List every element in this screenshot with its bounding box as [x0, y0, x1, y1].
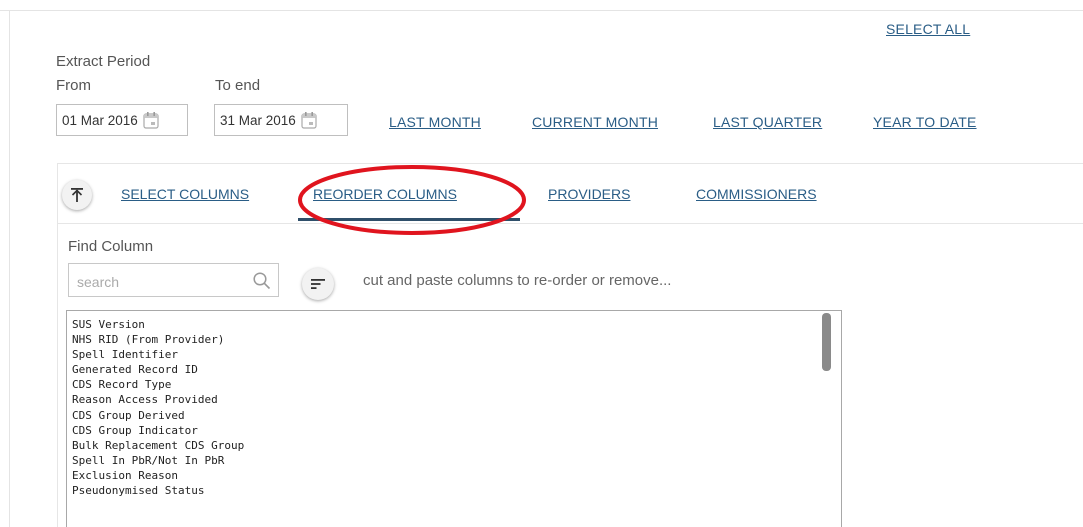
- collapse-up-icon: [71, 188, 83, 202]
- list-item[interactable]: Spell In PbR/Not In PbR: [72, 453, 841, 468]
- list-item[interactable]: Generated Record ID: [72, 362, 841, 377]
- list-item[interactable]: Reason Access Provided: [72, 392, 841, 407]
- list-scrollbar[interactable]: [822, 313, 831, 371]
- search-icon[interactable]: [252, 271, 272, 291]
- to-date-field[interactable]: 31 Mar 2016: [214, 104, 348, 136]
- collapse-button[interactable]: [62, 180, 92, 210]
- from-date-value: 01 Mar 2016: [62, 112, 138, 128]
- to-date-value: 31 Mar 2016: [220, 112, 296, 128]
- list-item[interactable]: Spell Identifier: [72, 347, 841, 362]
- last-quarter-link[interactable]: LAST QUARTER: [713, 114, 822, 130]
- tab-bar-divider: [57, 223, 1083, 224]
- list-item[interactable]: CDS Group Indicator: [72, 423, 841, 438]
- extract-period-title: Extract Period: [56, 53, 151, 70]
- from-label: From: [56, 77, 91, 94]
- column-list[interactable]: SUS Version NHS RID (From Provider) Spel…: [66, 310, 842, 527]
- tab-select-columns[interactable]: SELECT COLUMNS: [121, 186, 249, 202]
- tab-reorder-columns[interactable]: REORDER COLUMNS: [313, 186, 457, 202]
- from-date-field[interactable]: 01 Mar 2016: [56, 104, 188, 136]
- list-item[interactable]: Bulk Replacement CDS Group: [72, 438, 841, 453]
- year-to-date-link[interactable]: YEAR TO DATE: [873, 114, 977, 130]
- tab-commissioners[interactable]: COMMISSIONERS: [696, 186, 817, 202]
- list-item[interactable]: Pseudonymised Status: [72, 483, 841, 498]
- search-input[interactable]: [75, 271, 249, 293]
- top-divider: [0, 10, 1083, 11]
- find-column-label: Find Column: [68, 238, 154, 255]
- to-end-label: To end: [215, 77, 261, 94]
- sort-button[interactable]: [302, 268, 334, 300]
- active-tab-indicator: [298, 218, 520, 221]
- tab-providers[interactable]: PROVIDERS: [548, 186, 630, 202]
- search-box[interactable]: [68, 263, 279, 297]
- current-month-link[interactable]: CURRENT MONTH: [532, 114, 658, 130]
- list-item[interactable]: Exclusion Reason: [72, 468, 841, 483]
- left-divider: [9, 10, 10, 527]
- sort-icon: [311, 279, 325, 289]
- list-item[interactable]: SUS Version: [72, 317, 841, 332]
- list-item[interactable]: NHS RID (From Provider): [72, 332, 841, 347]
- list-item[interactable]: CDS Record Type: [72, 377, 841, 392]
- list-item[interactable]: CDS Group Derived: [72, 408, 841, 423]
- calendar-icon[interactable]: [301, 111, 317, 129]
- select-all-link[interactable]: SELECT ALL: [886, 21, 970, 37]
- last-month-link[interactable]: LAST MONTH: [389, 114, 481, 130]
- calendar-icon[interactable]: [143, 111, 159, 129]
- reorder-hint: cut and paste columns to re-order or rem…: [363, 272, 672, 289]
